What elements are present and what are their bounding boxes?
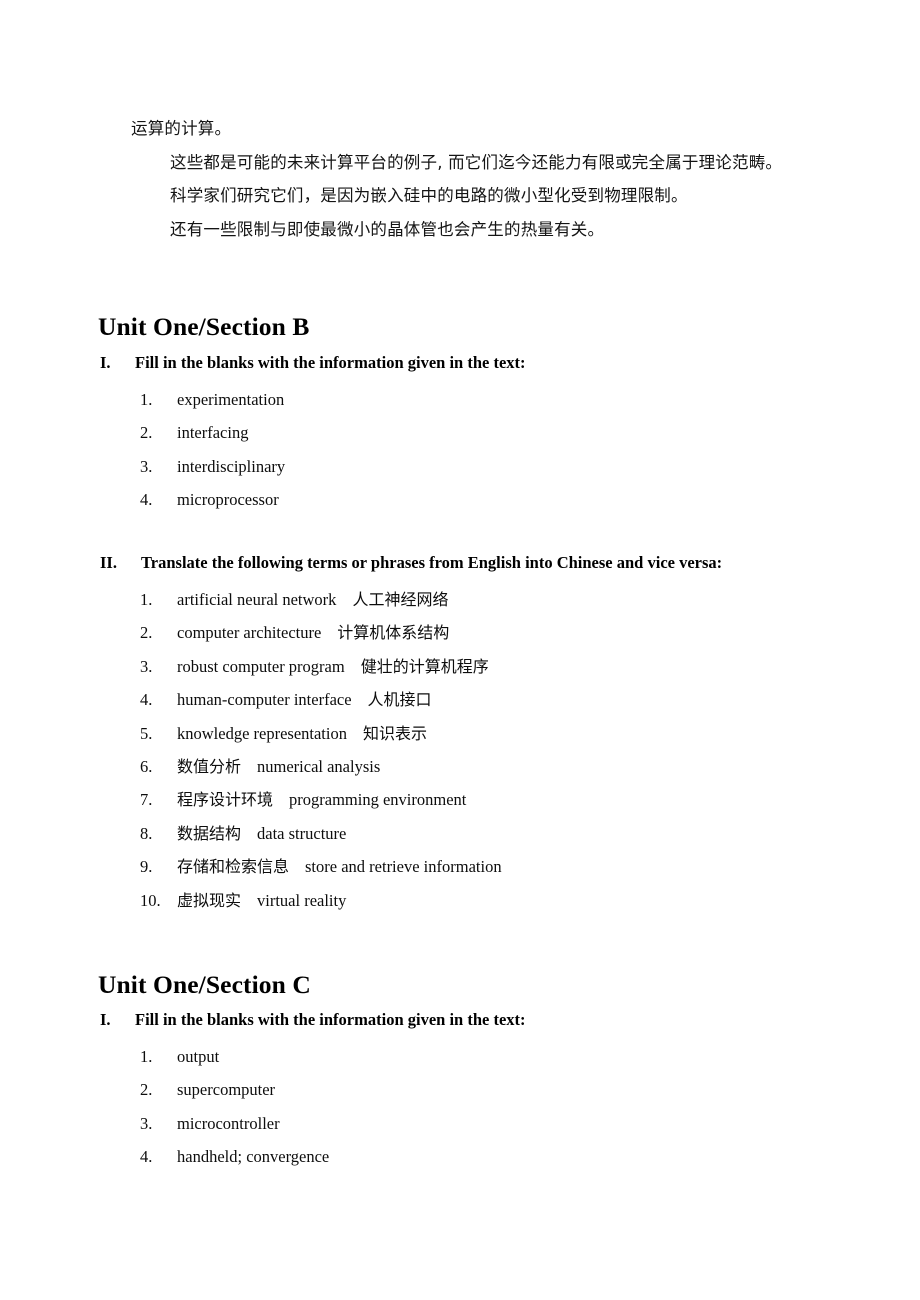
term-english: robust computer program — [177, 656, 345, 676]
intro-line-2: 这些都是可能的未来计算平台的例子, 而它们迄今还能力有限或完全属于理论范畴。 — [170, 152, 783, 172]
list-item: 2. supercomputer — [0, 1073, 920, 1106]
list-item-number: 2. — [140, 423, 153, 443]
term-chinese: 存储和检索信息 — [177, 857, 290, 877]
list-item-number: 1. — [140, 390, 153, 409]
list-item: 3. robust computer program 健壮的计算机程序 — [0, 650, 920, 683]
list-item-number: 6. — [140, 756, 153, 776]
list-item-number: 5. — [140, 723, 153, 743]
list-item-text: microprocessor — [177, 490, 279, 510]
list-item-text: 数据结构 data structure — [177, 817, 346, 850]
intro-paragraph: 运算的计算。 这些都是可能的未来计算平台的例子, 而它们迄今还能力有限或完全属于… — [0, 112, 920, 246]
term-chinese: 数据结构 — [177, 823, 242, 843]
term-chinese: 数值分析 — [177, 756, 242, 776]
list-item-number: 10. — [140, 890, 161, 910]
list-item: 7. 程序设计环境 programming environment — [0, 783, 920, 816]
term-english: store and retrieve information — [305, 857, 502, 877]
section-b-part-2-title: Translate the following terms or phrases… — [141, 553, 723, 572]
list-item-text: computer architecture 计算机体系结构 — [177, 616, 449, 649]
term-english: programming environment — [289, 790, 467, 810]
list-item-number: 7. — [140, 790, 153, 810]
list-item-number: 4. — [140, 690, 153, 710]
list-item-number: 2. — [140, 623, 153, 643]
list-item: 3. interdisciplinary — [0, 450, 920, 483]
list-item-text: human-computer interface 人机接口 — [177, 683, 432, 716]
section-b-part-1-numeral: I. — [100, 353, 111, 372]
section-b-part-1-answer-list: 1. experimentation 2. interfacing 3. int… — [0, 383, 920, 517]
term-english: virtual reality — [257, 890, 347, 910]
section-c-part-1-title: Fill in the blanks with the information … — [135, 1010, 526, 1029]
list-item-text: 程序设计环境 programming environment — [177, 783, 466, 816]
list-item-number: 3. — [140, 1113, 153, 1133]
list-item: 2. computer architecture 计算机体系结构 — [0, 616, 920, 649]
term-english: knowledge representation — [177, 723, 347, 743]
list-item: 10. 虚拟现实 virtual reality — [0, 884, 920, 917]
term-english: computer architecture — [177, 623, 322, 643]
list-item-number: 8. — [140, 823, 153, 843]
term-chinese: 知识表示 — [362, 723, 427, 743]
list-item: 9. 存储和检索信息 store and retrieve information — [0, 850, 920, 883]
list-item-number: 4. — [140, 490, 153, 510]
term-chinese: 计算机体系结构 — [337, 623, 450, 643]
term-english: data structure — [257, 823, 347, 843]
list-item-text: 数值分析 numerical analysis — [177, 750, 380, 783]
list-item-text: experimentation — [177, 390, 285, 409]
list-item-number: 2. — [140, 1080, 153, 1100]
term-chinese: 人工神经网络 — [352, 590, 449, 609]
list-item: 6. 数值分析 numerical analysis — [0, 750, 920, 783]
list-item-text: robust computer program 健壮的计算机程序 — [177, 650, 489, 683]
term-english: artificial neural network — [177, 590, 337, 609]
list-item-text: knowledge representation 知识表示 — [177, 717, 427, 750]
section-b-part-1-title: Fill in the blanks with the information … — [135, 353, 526, 372]
document-page: 运算的计算。 这些都是可能的未来计算平台的例子, 而它们迄今还能力有限或完全属于… — [0, 0, 920, 1300]
list-item-number: 4. — [140, 1147, 153, 1167]
unit-heading-section-b: Unit One/Section B — [98, 312, 310, 342]
list-item: 1. output — [0, 1040, 920, 1073]
list-item: 3. microcontroller — [0, 1107, 920, 1140]
list-item-number: 9. — [140, 857, 153, 877]
list-item-text: interdisciplinary — [177, 456, 286, 476]
list-item: 8. 数据结构 data structure — [0, 817, 920, 850]
list-item-text: 存储和检索信息 store and retrieve information — [177, 850, 502, 883]
section-c-part-1-heading: I. Fill in the blanks with the informati… — [100, 1009, 526, 1031]
section-b-part-2-answer-list: 1. artificial neural network 人工神经网络 2. co… — [0, 583, 920, 917]
list-item: 4. human-computer interface 人机接口 — [0, 683, 920, 716]
list-item-text: handheld; convergence — [177, 1147, 330, 1167]
list-item-text: interfacing — [177, 423, 249, 443]
list-item: 1. experimentation — [0, 383, 920, 416]
list-item: 5. knowledge representation 知识表示 — [0, 717, 920, 750]
section-b-part-2-heading: II. Translate the following terms or phr… — [100, 552, 722, 574]
list-item-text: 虚拟现实 virtual reality — [177, 884, 346, 917]
list-item: 4. handheld; convergence — [0, 1140, 920, 1173]
unit-heading-section-c: Unit One/Section C — [98, 970, 311, 1000]
list-item-text: artificial neural network 人工神经网络 — [177, 583, 448, 616]
term-english: human-computer interface — [177, 690, 352, 710]
list-item-number: 1. — [140, 1047, 153, 1066]
list-item-number: 3. — [140, 456, 153, 476]
list-item-text: supercomputer — [177, 1080, 276, 1100]
intro-line-1: 运算的计算。 — [131, 119, 232, 138]
term-chinese: 健壮的计算机程序 — [360, 656, 489, 676]
list-item: 4. microprocessor — [0, 483, 920, 516]
list-item-text: output — [177, 1047, 220, 1066]
list-item-number: 1. — [140, 590, 153, 609]
term-chinese: 人机接口 — [367, 690, 432, 710]
term-chinese: 程序设计环境 — [177, 790, 274, 810]
section-b-part-2-numeral: II. — [100, 553, 117, 572]
term-chinese: 虚拟现实 — [177, 890, 242, 910]
section-b-part-1-heading: I. Fill in the blanks with the informati… — [100, 352, 526, 374]
list-item: 2. interfacing — [0, 416, 920, 449]
intro-line-3: 科学家们研究它们，是因为嵌入硅中的电路的微小型化受到物理限制。 — [170, 186, 688, 205]
list-item-number: 3. — [140, 656, 153, 676]
section-c-part-1-answer-list: 1. output 2. supercomputer 3. microcontr… — [0, 1040, 920, 1174]
list-item-text: microcontroller — [177, 1113, 280, 1133]
term-english: numerical analysis — [257, 756, 381, 776]
section-c-part-1-numeral: I. — [100, 1010, 111, 1029]
list-item: 1. artificial neural network 人工神经网络 — [0, 583, 920, 616]
intro-line-4: 还有一些限制与即使最微小的晶体管也会产生的热量有关。 — [170, 219, 605, 239]
